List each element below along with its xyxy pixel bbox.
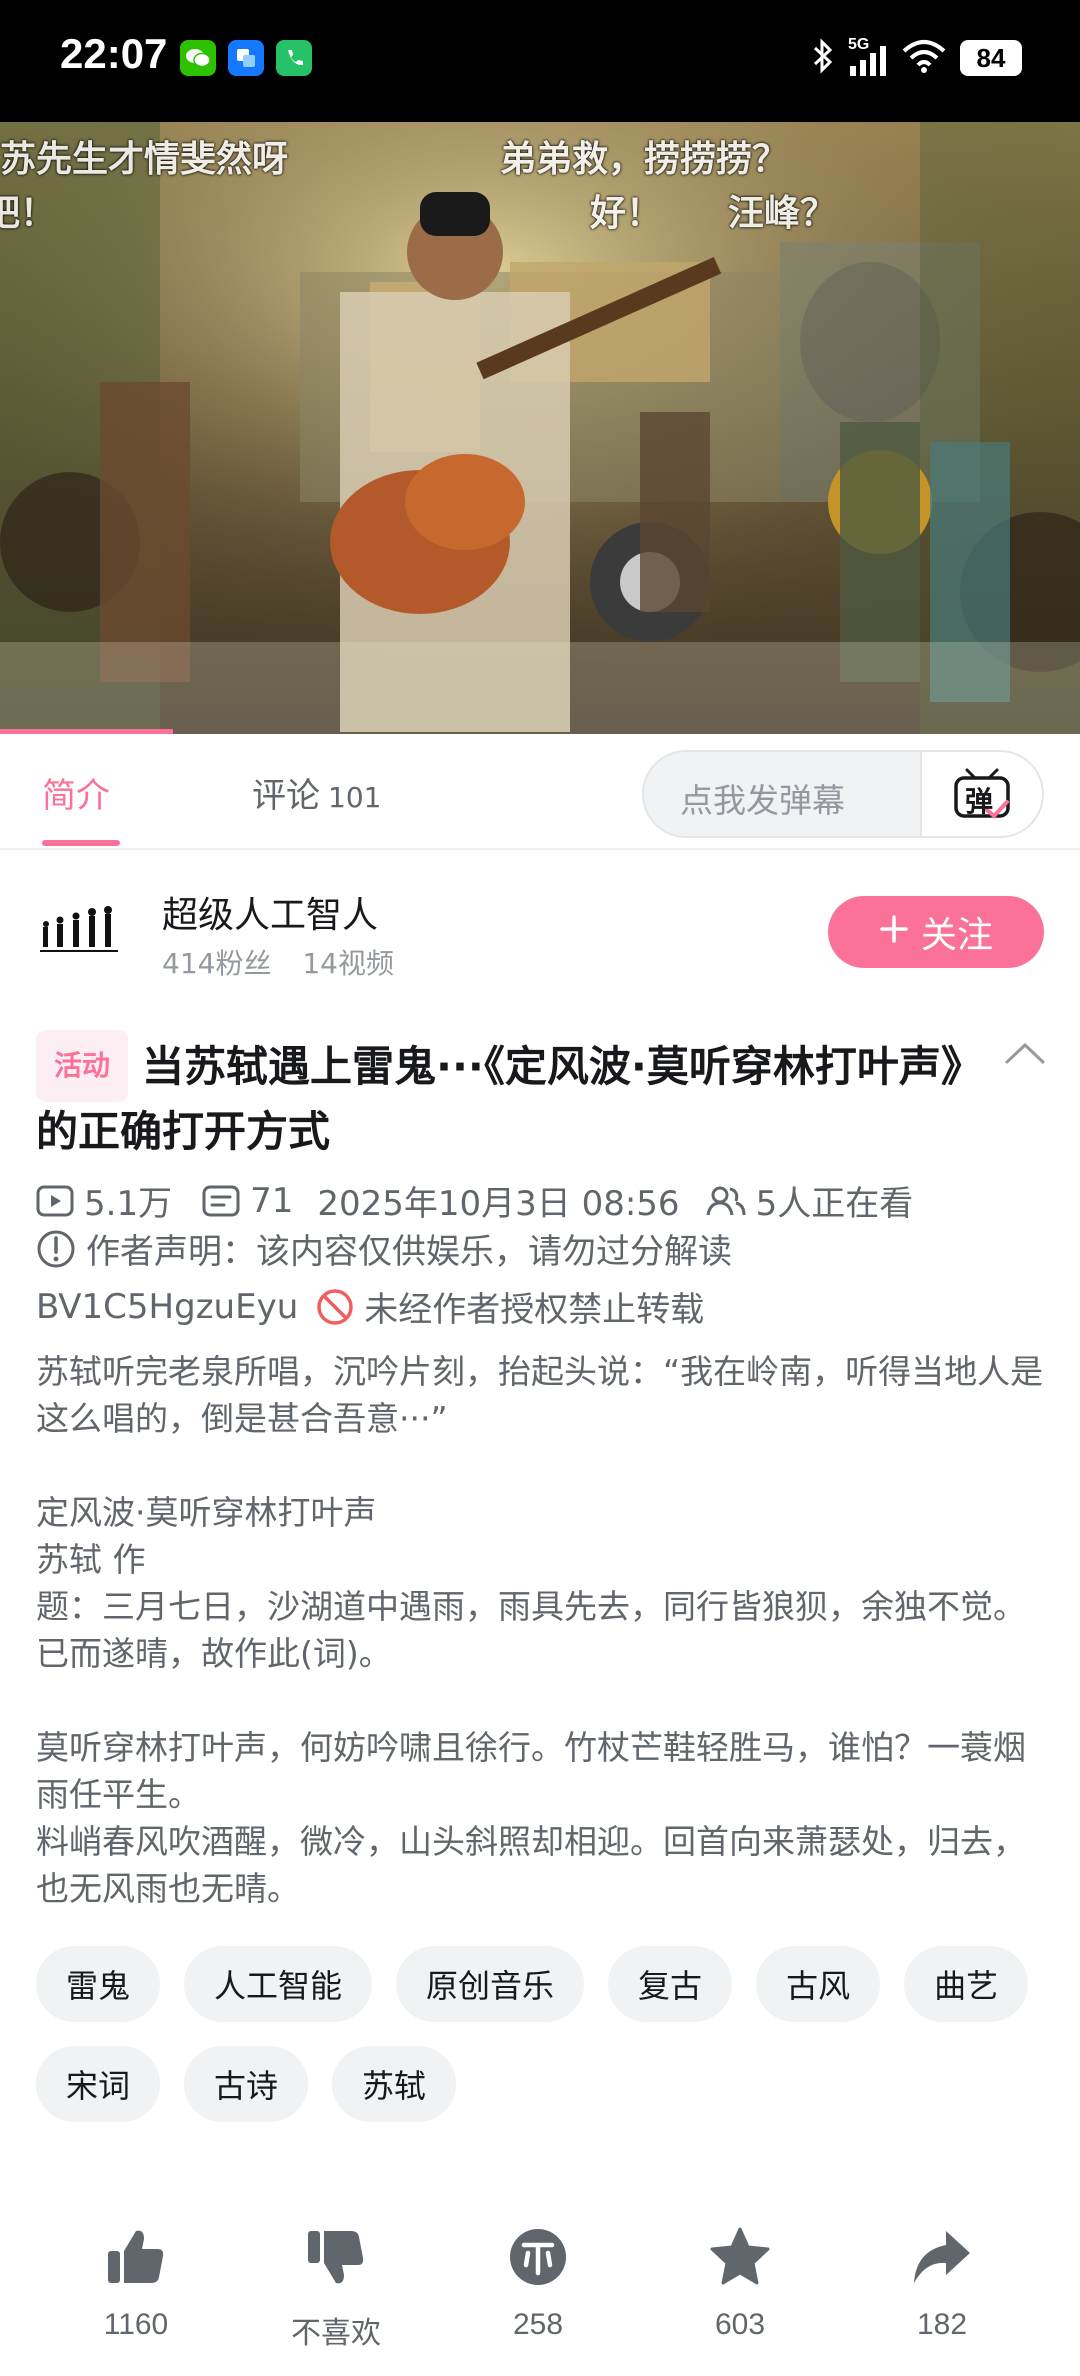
tag-item[interactable]: 雷鬼 xyxy=(36,1946,161,2022)
video-title: 活动 当苏轼遇上雷鬼···《定风波·莫听穿林打叶声》的正确打开方式 xyxy=(36,1030,996,1162)
clock: 22:07 xyxy=(60,30,168,77)
wifi-icon xyxy=(902,39,946,77)
tag-item[interactable]: 原创音乐 xyxy=(396,1946,585,2022)
video-title-block: 活动 当苏轼遇上雷鬼···《定风波·莫听穿林打叶声》的正确打开方式 xyxy=(36,1030,996,1162)
tab-bar: 简介 评论 101 点我发弹幕 弹 xyxy=(0,734,1080,850)
favorite-count: 603 xyxy=(714,2308,766,2341)
viewers-icon xyxy=(706,1185,746,1217)
tag-item[interactable]: 宋词 xyxy=(36,2046,161,2122)
video-count: 14视频 xyxy=(302,947,394,980)
favorite-button[interactable]: 603 xyxy=(670,2220,810,2342)
app-icon xyxy=(228,40,264,76)
bvid[interactable]: BV1C5HgzuEyu xyxy=(36,1287,298,1327)
danmaku-icon-glyph: 弹 xyxy=(965,785,994,818)
tag-item[interactable]: 曲艺 xyxy=(904,1946,1029,2022)
share-arrow-icon xyxy=(872,2220,1012,2294)
coin-count: 258 xyxy=(512,2308,564,2341)
danmaku-item: 吧！ xyxy=(0,193,57,234)
bluetooth-icon xyxy=(812,38,834,78)
tab-comments-label: 评论 xyxy=(252,776,320,816)
thumbs-down-icon xyxy=(266,2220,406,2294)
collapse-button[interactable] xyxy=(1004,1040,1046,1070)
author-name[interactable]: 超级人工智人 xyxy=(162,886,378,938)
share-button[interactable]: 182 xyxy=(872,2220,1012,2342)
like-button[interactable]: 1160 xyxy=(66,2220,206,2342)
tag-list: 雷鬼 人工智能 原创音乐 复古 古风 曲艺 宋词 古诗 苏轼 xyxy=(36,1946,1046,2122)
phone-app-icon xyxy=(276,40,312,76)
author-stats: 414粉丝 14视频 xyxy=(162,942,394,982)
dislike-label: 不喜欢 xyxy=(291,2317,381,2350)
video-frame xyxy=(0,122,1080,734)
bvid-line: BV1C5HgzuEyu 未经作者授权禁止转载 xyxy=(36,1282,704,1331)
danmaku-item: 弟弟救，捞捞捞？ xyxy=(500,139,789,180)
tab-active-indicator xyxy=(42,840,120,846)
danmaku-count-icon xyxy=(202,1185,240,1217)
declaration-text: 作者声明：该内容仅供娱乐，请勿过分解读 xyxy=(86,1232,732,1272)
tag-item[interactable]: 古诗 xyxy=(184,2046,309,2122)
chevron-up-icon xyxy=(1004,1042,1046,1070)
danmaku-input[interactable]: 点我发弹幕 xyxy=(680,774,845,822)
battery-indicator: 84 xyxy=(960,40,1022,76)
dislike-button[interactable]: 不喜欢 xyxy=(266,2220,406,2352)
status-bar: 22:07 5G 84 xyxy=(0,0,1080,122)
danmaku-input-box[interactable]: 点我发弹幕 弹 xyxy=(642,750,1044,838)
video-player[interactable]: 苏先生才情斐然呀 弟弟救，捞捞捞？ 好！ 汪峰？ 吧！ xyxy=(0,122,1080,734)
tag-item[interactable]: 人工智能 xyxy=(184,1946,373,2022)
fans-count: 414粉丝 xyxy=(162,947,272,980)
wechat-icon xyxy=(180,40,216,76)
plus-icon xyxy=(879,912,909,953)
comments-count: 101 xyxy=(328,781,382,814)
danmaku-settings-button[interactable]: 弹 xyxy=(920,752,1042,836)
notification-icons xyxy=(180,40,312,76)
danmaku-count: 71 xyxy=(250,1180,294,1221)
follow-button[interactable]: 关注 xyxy=(828,896,1044,968)
video-stats-line: 5.1万 71 2025年10月3日 08:56 5人正在看 xyxy=(36,1176,913,1225)
repost-notice: 未经作者授权禁止转载 xyxy=(364,1290,705,1330)
view-count: 5.1万 xyxy=(84,1184,173,1224)
danmaku-item: 苏先生才情斐然呀 xyxy=(0,139,289,180)
tag-item[interactable]: 复古 xyxy=(608,1946,733,2022)
action-bar: 1160 不喜欢 258 603 182 xyxy=(0,2220,1080,2376)
publish-date: 2025年10月3日 08:56 xyxy=(317,1184,680,1224)
star-icon xyxy=(670,2220,810,2294)
coin-button[interactable]: 258 xyxy=(468,2220,608,2342)
avatar[interactable] xyxy=(38,890,120,972)
share-count: 182 xyxy=(916,2308,968,2341)
author-declaration: 作者声明：该内容仅供娱乐，请勿过分解读 xyxy=(36,1224,732,1273)
video-title-text: 当苏轼遇上雷鬼···《定风波·莫听穿林打叶声》的正确打开方式 xyxy=(36,1042,983,1156)
tab-comments[interactable]: 评论 101 xyxy=(252,768,381,817)
thumbs-up-icon xyxy=(66,2220,206,2294)
video-description: 苏轼听完老泉所唱，沉吟片刻，抬起头说：“我在岭南，听得当地人是这么唱的，倒是甚合… xyxy=(36,1352,1044,1908)
follow-label: 关注 xyxy=(920,915,993,956)
author-card: 超级人工智人 414粉丝 14视频 关注 xyxy=(0,850,1080,1010)
coin-icon xyxy=(468,2220,608,2294)
tab-intro[interactable]: 简介 xyxy=(42,768,110,817)
tag-item[interactable]: 古风 xyxy=(756,1946,881,2022)
info-icon xyxy=(36,1229,76,1269)
signal-icon: 5G xyxy=(848,36,888,76)
tag-item[interactable]: 苏轼 xyxy=(332,2046,457,2122)
activity-badge[interactable]: 活动 xyxy=(36,1030,129,1102)
danmaku-item: 汪峰？ xyxy=(728,193,837,234)
like-count: 1160 xyxy=(103,2308,169,2341)
watching-count: 5人正在看 xyxy=(755,1184,914,1224)
play-count-icon xyxy=(36,1185,74,1217)
danmaku-item: 好！ xyxy=(590,193,663,234)
no-repost-icon xyxy=(316,1288,354,1326)
danmaku-icon: 弹 xyxy=(953,766,1011,822)
